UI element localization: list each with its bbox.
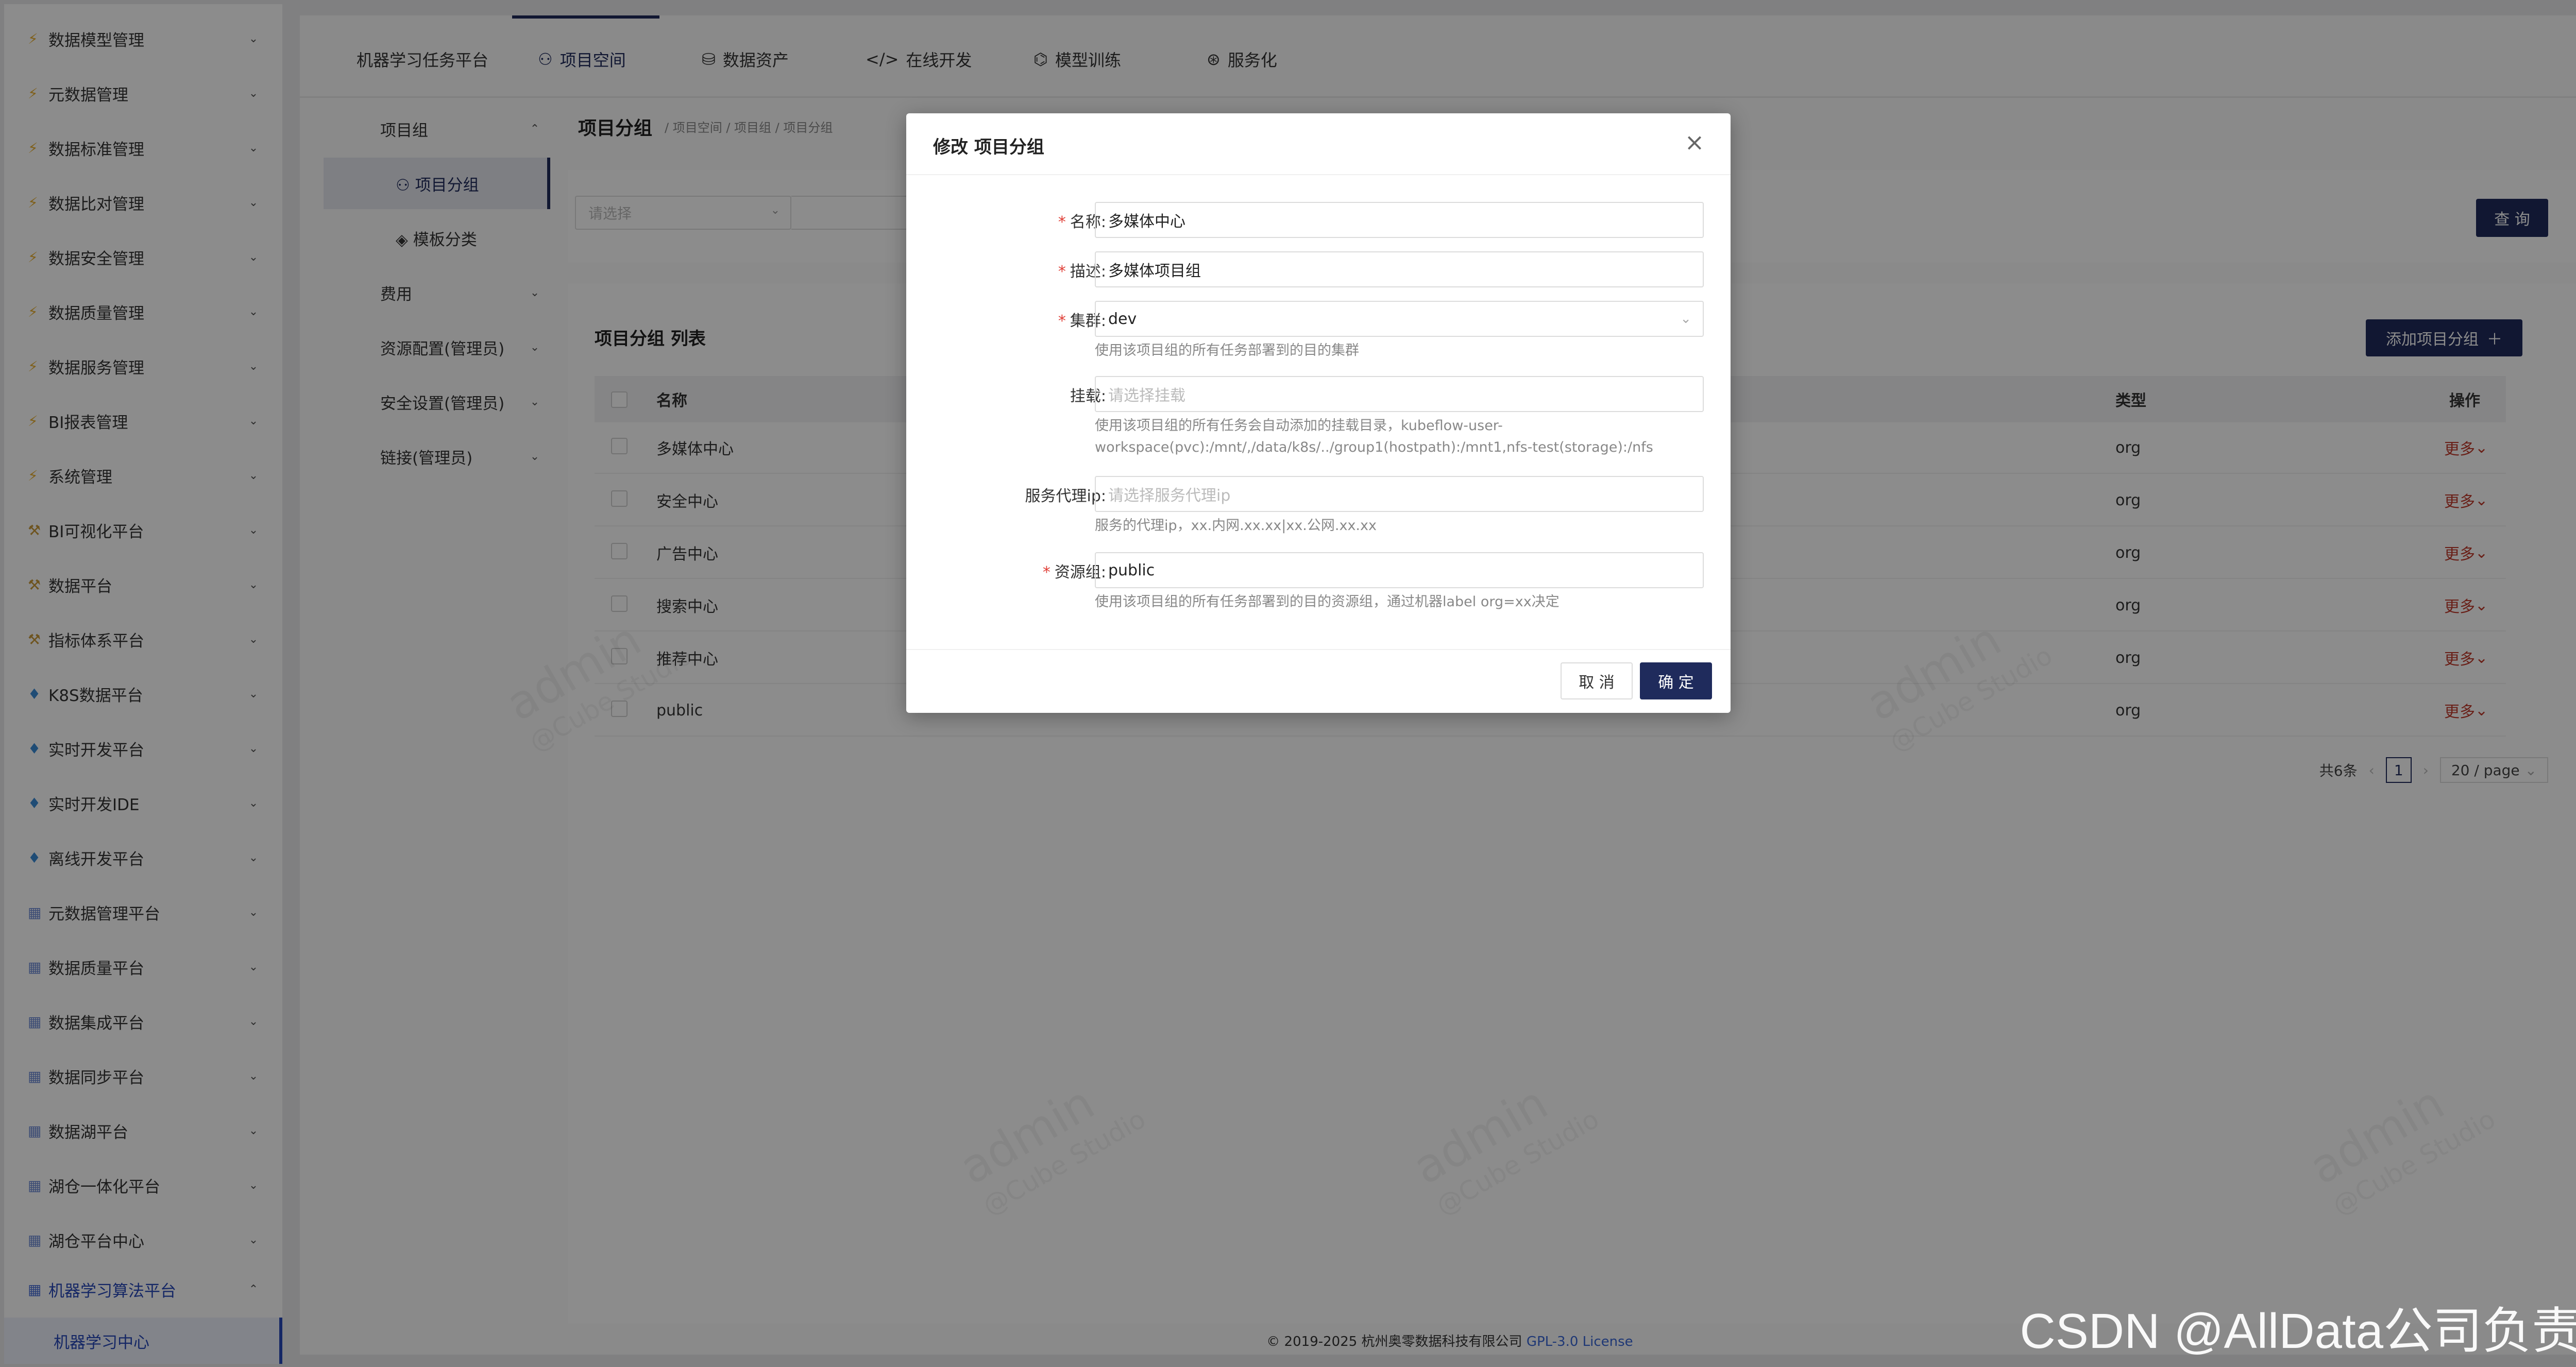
required-mark: * <box>1058 312 1066 330</box>
csdn-watermark: CSDN @AllData公司负责人 <box>2020 1304 2576 1359</box>
cancel-button[interactable]: 取 消 <box>1561 662 1633 699</box>
modal-footer: 取 消 确 定 <box>906 649 1731 713</box>
proxy-ip-label: 服务代理ip: <box>1025 487 1107 505</box>
name-field[interactable]: 多媒体中心 <box>1095 202 1704 238</box>
required-mark: * <box>1042 563 1050 582</box>
resource-group-help: 使用该项目组的所有任务部署到的目的资源组，通过机器label org=xx决定 <box>1095 594 1560 610</box>
required-mark: * <box>1058 213 1066 231</box>
modal-title: 修改 项目分组 <box>933 137 1044 158</box>
edit-project-subgroup-dialog: 修改 项目分组 × * 名称: 多媒体中心 * 描述: 多媒体项目组 * 集群: de… <box>906 113 1731 713</box>
describe-field[interactable]: 多媒体项目组 <box>1095 251 1704 287</box>
confirm-button[interactable]: 确 定 <box>1640 662 1712 699</box>
close-icon[interactable]: × <box>1679 127 1710 158</box>
proxy-ip-help: 服务的代理ip，xx.内网.xx.xx|xx.公网.xx.xx <box>1095 518 1377 534</box>
modal-header: 修改 项目分组 × <box>906 113 1731 175</box>
mount-select[interactable]: 请选择挂载 <box>1095 376 1704 412</box>
chevron-down-icon: ⌄ <box>1680 311 1691 327</box>
cluster-help: 使用该项目组的所有任务部署到的目的集群 <box>1095 343 1359 358</box>
required-mark: * <box>1058 263 1066 281</box>
cluster-select[interactable]: dev ⌄ <box>1095 301 1704 337</box>
resource-group-field[interactable]: public <box>1095 552 1704 588</box>
proxy-ip-field[interactable]: 请选择服务代理ip <box>1095 476 1704 512</box>
mount-help: 使用该项目组的所有任务会自动添加的挂载目录，kubeflow-user-work… <box>1095 418 1653 455</box>
